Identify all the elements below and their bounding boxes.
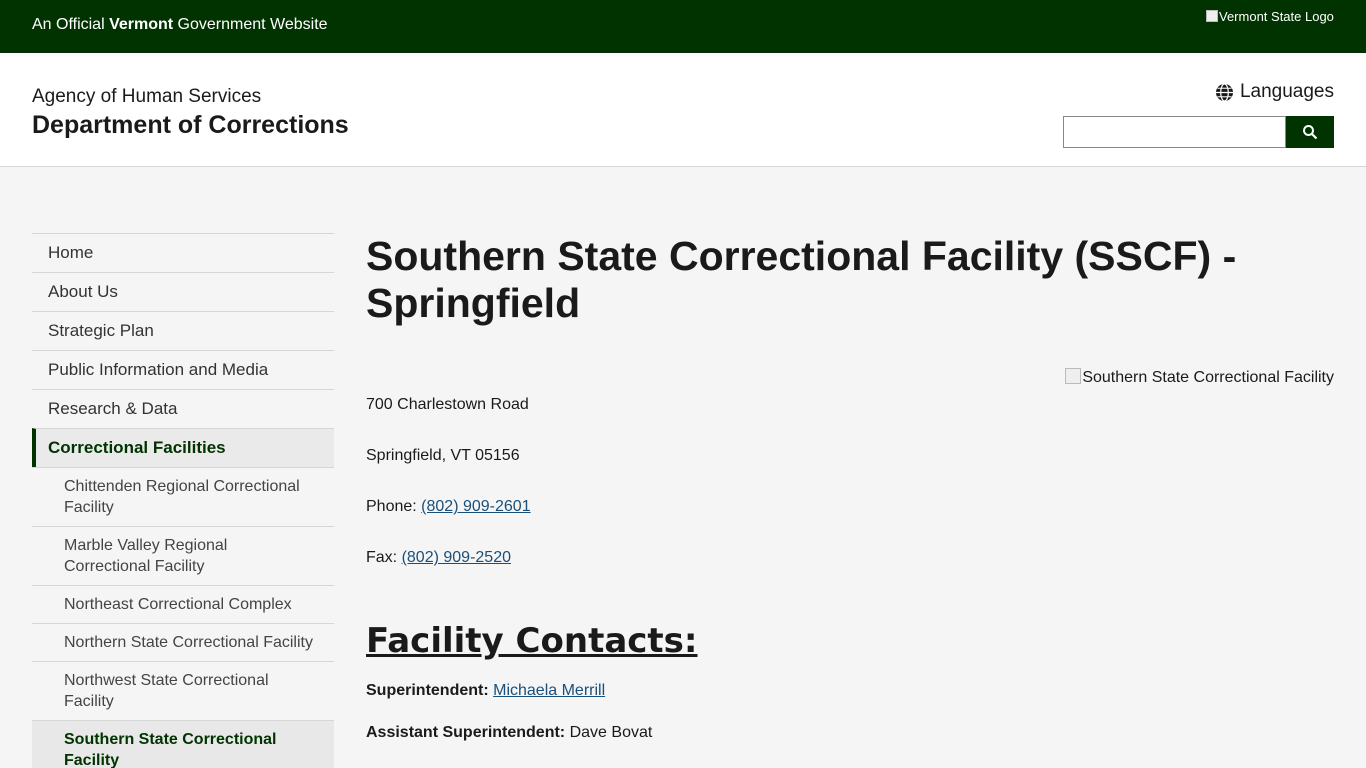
languages-button[interactable]: Languages bbox=[1215, 81, 1334, 103]
superintendent-line: Superintendent: Michaela Merrill bbox=[366, 682, 605, 700]
asst-superintendent-name: Dave Bovat bbox=[569, 724, 653, 741]
asst-superintendent-label: Assistant Superintendent: bbox=[366, 724, 566, 741]
phone-link[interactable]: (802) 909-2601 bbox=[421, 498, 530, 515]
superintendent-link[interactable]: Michaela Merrill bbox=[493, 682, 605, 699]
asst-superintendent-line: Assistant Superintendent: Dave Bovat bbox=[366, 724, 652, 742]
official-website-text: An Official Vermont Government Website bbox=[32, 16, 328, 34]
facility-contacts-heading: Facility Contacts: bbox=[366, 621, 698, 661]
sidebar-subitem-chittenden[interactable]: Chittenden Regional Correctional Facilit… bbox=[32, 467, 334, 526]
facility-image-alt: Southern State Correctional Facility bbox=[1082, 369, 1334, 386]
section-sidebar-nav: Home About Us Strategic Plan Public Info… bbox=[32, 233, 334, 768]
superintendent-label: Superintendent: bbox=[366, 682, 489, 699]
broken-image-icon bbox=[1206, 10, 1218, 22]
agency-name[interactable]: Agency of Human Services bbox=[32, 86, 261, 108]
department-name[interactable]: Department of Corrections bbox=[32, 111, 349, 140]
address-city: Springfield, VT 05156 bbox=[366, 447, 520, 464]
official-state: Vermont bbox=[109, 16, 174, 33]
sidebar-item-research-data[interactable]: Research & Data bbox=[32, 389, 334, 428]
main-content: Southern State Correctional Facility (SS… bbox=[366, 233, 1334, 741]
address-street: 700 Charlestown Road bbox=[366, 396, 529, 413]
official-site-banner: An Official Vermont Government Website V… bbox=[0, 0, 1366, 53]
sidebar-item-correctional-facilities[interactable]: Correctional Facilities bbox=[32, 428, 334, 467]
search-icon bbox=[1303, 125, 1318, 140]
fax-link[interactable]: (802) 909-2520 bbox=[402, 549, 511, 566]
search-button[interactable] bbox=[1286, 116, 1334, 148]
fax-label: Fax: bbox=[366, 549, 398, 566]
globe-icon bbox=[1215, 82, 1234, 102]
broken-image-icon bbox=[1065, 368, 1082, 384]
phone-label: Phone: bbox=[366, 498, 417, 515]
languages-label: Languages bbox=[1239, 81, 1334, 102]
fax-line: Fax: (802) 909-2520 bbox=[366, 549, 511, 567]
official-suffix: Government Website bbox=[177, 16, 328, 33]
sidebar-subitem-southern-state[interactable]: Southern State Correctional Facility bbox=[32, 720, 334, 768]
vermont-state-logo[interactable]: Vermont State Logo bbox=[1206, 7, 1336, 27]
sidebar-subitem-northeast[interactable]: Northeast Correctional Complex bbox=[32, 585, 334, 623]
facility-image: Southern State Correctional Facility bbox=[1065, 368, 1334, 387]
sidebar-item-strategic-plan[interactable]: Strategic Plan bbox=[32, 311, 334, 350]
logo-alt-text: Vermont State Logo bbox=[1219, 9, 1334, 24]
sidebar-subitem-northwest-state[interactable]: Northwest State Correctional Facility bbox=[32, 661, 334, 720]
phone-line: Phone: (802) 909-2601 bbox=[366, 498, 531, 516]
sidebar-item-public-information[interactable]: Public Information and Media bbox=[32, 350, 334, 389]
sidebar-item-home[interactable]: Home bbox=[32, 233, 334, 272]
sidebar-subitem-northern-state[interactable]: Northern State Correctional Facility bbox=[32, 623, 334, 661]
sidebar-subitem-marble-valley[interactable]: Marble Valley Regional Correctional Faci… bbox=[32, 526, 334, 585]
site-header: Agency of Human Services Department of C… bbox=[0, 53, 1366, 167]
page-title: Southern State Correctional Facility (SS… bbox=[366, 233, 1237, 326]
sidebar-item-about-us[interactable]: About Us bbox=[32, 272, 334, 311]
search-input[interactable] bbox=[1063, 116, 1286, 148]
official-prefix: An Official bbox=[32, 16, 105, 33]
